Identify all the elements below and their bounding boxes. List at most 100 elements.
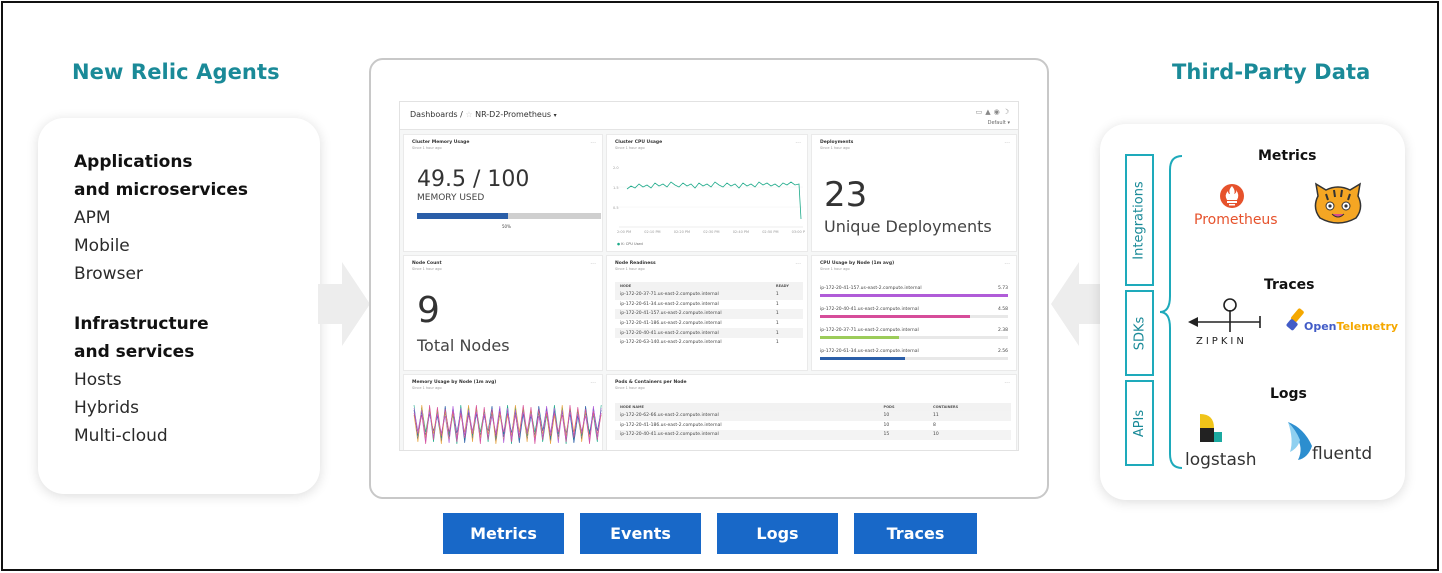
group-title-applications: Applications [74,152,193,172]
agent-item-multi-cloud: Multi-cloud [74,426,168,446]
agent-item-hybrids: Hybrids [74,398,139,418]
cpu-line-chart: 2.0 1.5 0.5 [613,166,803,228]
panel-title: CPU Usage by Node (1m avg) [820,261,895,266]
memory-bar-fill [417,213,509,219]
agents-list: Applications and microservices APM Mobil… [74,148,248,450]
panel-since: Since 1 hour ago [820,146,850,150]
default-selector[interactable]: Default ▾ [988,120,1010,126]
header-tools: ▭▲◉☽ [976,108,1012,116]
settings-icon[interactable]: ◉ [994,108,1003,116]
more-icon[interactable]: ··· [590,261,596,268]
column-header[interactable]: NODE NAME [615,403,879,411]
readiness-table: NODE READY ip-172-20-37-71.us-east-2.comp… [615,282,803,348]
agent-item-hosts: Hosts [74,370,122,390]
panel-title: Memory Usage by Node (1m avg) [412,380,497,385]
opentelemetry-label: OpenTelemetry [1304,320,1399,333]
panel-title: Cluster Memory Usage [412,140,470,145]
cpu-node-row: ip-172-20-41-157.us-east-2.compute.inter… [820,286,1008,297]
panel-since: Since 1 hour ago [615,386,645,390]
column-header[interactable]: READY [770,282,803,290]
cpu-node-row: ip-172-20-37-71.us-east-2.compute.intern… [820,328,1008,339]
panel-title: Cluster CPU Usage [615,140,663,145]
svg-text:0.5: 0.5 [613,206,619,210]
cpu-node-row: ip-172-20-61-34.us-east-2.compute.intern… [820,349,1008,360]
svg-text:1.5: 1.5 [613,186,619,190]
breadcrumb-root[interactable]: Dashboards / [410,110,463,119]
table-row: ip-172-20-41-186.us-east-2.compute.inter… [620,321,779,327]
panel-title: Deployments [820,140,854,145]
traces-button[interactable]: Traces [854,513,977,554]
share-icon[interactable]: ☽ [1003,108,1012,116]
pods-table: NODE NAME PODS CONTAINERS ip-172-20-62-66.… [615,403,1011,440]
agent-item-browser: Browser [74,264,143,284]
new-relic-agents-heading: New Relic Agents [72,60,280,84]
logstash-label: logstash [1185,450,1257,470]
more-icon[interactable]: ··· [795,261,801,268]
panel-node-count: Node Count Since 1 hour ago ··· 9 Total … [403,255,603,371]
panel-deployments: Deployments Since 1 hour ago ··· 23 Uniq… [811,134,1017,252]
more-icon[interactable]: ··· [590,140,596,147]
tiger-logo-icon [1314,182,1362,224]
panel-memory-by-node: Memory Usage by Node (1m avg) Since 1 ho… [403,374,603,450]
fluentd-label: fluentd [1312,444,1373,464]
cpu-x-ticks: 2:00 PM 02:10 PM 02:20 PM 02:30 PM 02:40 PM 0… [617,230,805,234]
tv-icon[interactable]: ▭ [976,108,986,116]
table-row: ip-172-20-37-71.us-east-2.compute.intern… [615,290,803,300]
more-icon[interactable]: ··· [1004,140,1010,147]
category-metrics: Metrics [1258,148,1317,164]
nodes-value: 9 [417,290,440,331]
group-title-services: and services [74,342,195,362]
table-row: ip-172-20-63-140.us-east-2.compute.inter… [620,340,779,346]
cpu-node-row: ip-172-20-40-41.us-east-2.compute.intern… [820,307,1008,318]
star-icon[interactable]: ☆ [465,110,472,119]
column-header[interactable]: CONTAINERS [928,403,1011,411]
memory-percent-label: 50% [502,224,511,229]
svg-text:2.0: 2.0 [613,166,619,170]
apis-box: APIs [1125,380,1154,466]
panel-title: Node Count [412,261,442,266]
dashboard-header: Dashboards / ☆ NR-D2-Prometheus ▾ ▭▲◉☽ D… [400,102,1018,130]
prometheus-label: Prometheus [1194,212,1278,228]
panel-since: Since 1 hour ago [412,146,442,150]
nodes-label: Total Nodes [417,336,510,355]
agent-item-apm: APM [74,208,111,228]
table-row: ip-172-20-40-41.us-east-2.compute.intern… [615,328,803,338]
metrics-button[interactable]: Metrics [443,513,564,554]
chevron-down-icon[interactable]: ▾ [554,112,557,119]
more-icon[interactable]: ··· [1004,380,1010,387]
table-row: ip-172-20-62-66.us-east-2.compute.intern… [615,411,1011,421]
dashboard-name: NR-D2-Prometheus [475,110,552,119]
panel-pods-containers: Pods & Containers per Node Since 1 hour … [606,374,1017,450]
column-header[interactable]: PODS [878,403,928,411]
panel-since: Since 1 hour ago [820,267,850,271]
events-button[interactable]: Events [580,513,701,554]
memory-value: 49.5 / 100 [417,167,530,192]
brace-icon [1159,155,1183,469]
panel-cpu-by-node: CPU Usage by Node (1m avg) Since 1 hour … [811,255,1017,371]
agent-item-mobile: Mobile [74,236,130,256]
table-row: ip-172-20-61-34.us-east-2.compute.intern… [620,301,779,307]
prometheus-logo-icon [1220,184,1244,208]
arrow-left-icon [1051,262,1103,346]
table-row: ip-172-20-41-186.us-east-2.compute.inter… [620,422,936,428]
memory-bar [417,213,601,219]
zipkin-logo-icon [1188,298,1261,332]
panel-since: Since 1 hour ago [412,386,442,390]
column-header[interactable]: NODE [615,282,771,290]
memory-line-chart [413,404,602,445]
breadcrumb: Dashboards / ☆ NR-D2-Prometheus ▾ [410,110,557,119]
sdks-box: SDKs [1125,290,1154,376]
alert-icon[interactable]: ▲ [985,108,993,116]
zipkin-label: ZIPKIN [1196,336,1247,347]
more-icon[interactable]: ··· [795,140,801,147]
more-icon[interactable]: ··· [1004,261,1010,268]
more-icon[interactable]: ··· [590,380,596,387]
cpu-legend: ● K: CPU Used [617,242,643,246]
third-party-card: Integrations SDKs APIs Metrics Traces Lo… [1100,124,1405,500]
memory-label: MEMORY USED [417,193,485,203]
panel-cluster-cpu: Cluster CPU Usage Since 1 hour ago ··· 2… [606,134,808,252]
deployments-value: 23 [824,175,868,215]
logs-button[interactable]: Logs [717,513,838,554]
logstash-logo-icon [1200,414,1222,442]
integrations-box: Integrations [1125,154,1154,286]
